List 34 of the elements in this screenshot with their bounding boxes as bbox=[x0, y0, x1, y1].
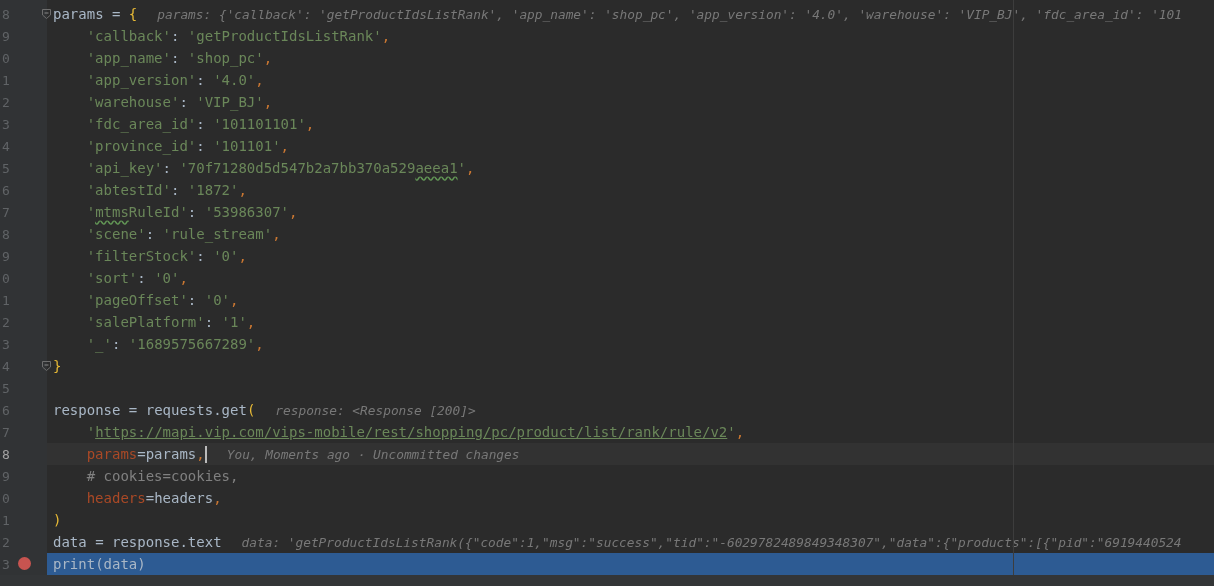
inline-hint: response: <Response [200]> bbox=[275, 402, 476, 418]
fold-icon[interactable] bbox=[42, 361, 51, 371]
code-text: 'app_version': '4.0', bbox=[86, 72, 264, 88]
inline-hint: You, Moments ago · Uncommitted changes bbox=[226, 446, 520, 462]
code-text: 'sort': '0', bbox=[86, 270, 188, 286]
code-text: 'filterStock': '0', bbox=[86, 248, 247, 264]
code-text: 'api_key': '70f71280d5d547b2a7bb370a529aeea1', bbox=[86, 160, 475, 176]
fold-icon[interactable] bbox=[42, 9, 51, 19]
code-text: 'salePlatform': '1', bbox=[86, 314, 256, 330]
breakpoint-icon[interactable] bbox=[18, 557, 31, 570]
text-cursor bbox=[204, 445, 207, 463]
code-text: print(data) bbox=[53, 556, 146, 572]
code-text: 'fdc_area_id': '101101101', bbox=[86, 116, 315, 132]
code-text: '_': '1689575667289', bbox=[86, 336, 264, 352]
code-text: headers=headers, bbox=[86, 490, 222, 506]
code-text: 'abtestId': '1872', bbox=[86, 182, 247, 198]
code-text: params=params, bbox=[86, 446, 205, 462]
code-text: params = { bbox=[53, 6, 138, 22]
code-text: response = requests.get( bbox=[53, 402, 256, 418]
code-text: } bbox=[53, 358, 62, 374]
inline-hint: params: {'callback': 'getProductIdsListRank', 'app_name': 'shop_pc', 'app_version': '4.0', 'warehouse': 'VIP_BJ', 'fdc_area_id': '101 bbox=[157, 6, 1182, 22]
code-text: 'callback': 'getProductIdsListRank', bbox=[86, 28, 391, 44]
code-text: 'scene': 'rule_stream', bbox=[86, 226, 281, 242]
code-text: 'province_id': '101101', bbox=[86, 138, 289, 154]
line-number: 8 bbox=[1, 446, 10, 462]
code-text: 'warehouse': 'VIP_BJ', bbox=[86, 94, 273, 110]
code-text: ) bbox=[53, 512, 62, 528]
code-text: 'pageOffset': '0', bbox=[86, 292, 239, 308]
code-text: 'https://mapi.vip.com/vips-mobile/rest/shopping/pc/product/list/rank/rule/v2', bbox=[86, 424, 745, 440]
code-text: # cookies=cookies, bbox=[86, 468, 239, 484]
code-text: 'mtmsRuleId': '53986307', bbox=[86, 204, 298, 220]
code-text: data = response.text bbox=[53, 534, 222, 550]
inline-hint: data: 'getProductIdsListRank({"code":1,"msg":"success","tid":"-6029782489849348307","data":{"products":[{"pid":"6919440524 bbox=[241, 534, 1182, 550]
code-text: 'app_name': 'shop_pc', bbox=[86, 50, 273, 66]
